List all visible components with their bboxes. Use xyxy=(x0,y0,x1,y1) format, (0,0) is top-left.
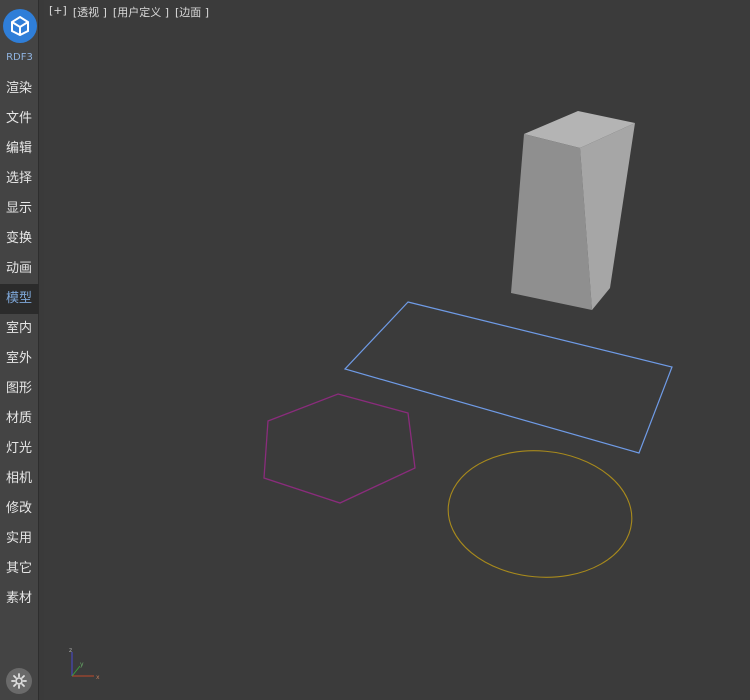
sidebar-item-14[interactable]: 修改 xyxy=(0,494,39,524)
sidebar-item-9[interactable]: 室外 xyxy=(0,344,39,374)
sidebar-item-0[interactable]: 渲染 xyxy=(0,74,39,104)
sidebar-item-17[interactable]: 素材 xyxy=(0,584,39,614)
viewport-label-2[interactable]: [用户定义 ] xyxy=(113,4,169,20)
axis-gizmo-icon: z x y xyxy=(69,647,100,681)
viewport-label-1[interactable]: [透视 ] xyxy=(73,4,107,20)
brand-name: RDF3 xyxy=(6,52,33,63)
sidebar-item-7[interactable]: 模型 xyxy=(0,284,39,314)
sidebar-item-13[interactable]: 相机 xyxy=(0,464,39,494)
app-window: RDF3 渲染 文件 编辑 选择 显示 变换 动画 模型 室内 室外 图形 材质 灯光 相机 修改 实用 其它素… xyxy=(0,0,750,700)
hexagon-shape[interactable] xyxy=(263,393,416,504)
box-mesh[interactable] xyxy=(511,111,635,310)
settings-gear-icon[interactable] xyxy=(6,668,32,694)
viewport-labels: [+] [透视 ] [用户定义 ] [边面 ] xyxy=(49,4,209,20)
sidebar-item-2[interactable]: 编辑 xyxy=(0,134,39,164)
axis-z-label: z xyxy=(69,647,72,654)
sidebar-item-1[interactable]: 文件 xyxy=(0,104,39,134)
rectangle-shape[interactable] xyxy=(343,301,673,454)
sidebar-item-5[interactable]: 变换 xyxy=(0,224,39,254)
circle-shape[interactable] xyxy=(443,443,637,585)
sidebar: RDF3 渲染 文件 编辑 选择 显示 变换 动画 模型 室内 室外 图形 材质 灯光 相机 修改 实用 其它素… xyxy=(0,0,39,700)
axis-y-label: y xyxy=(80,661,84,668)
sidebar-item-16[interactable]: 其它 xyxy=(0,554,39,584)
3d-viewport[interactable]: [+] [透视 ] [用户定义 ] [边面 ] z x y xyxy=(44,0,750,700)
sidebar-item-4[interactable]: 显示 xyxy=(0,194,39,224)
sidebar-item-11[interactable]: 材质 xyxy=(0,404,39,434)
sidebar-item-6[interactable]: 动画 xyxy=(0,254,39,284)
axis-x-label: x xyxy=(96,674,100,681)
viewport-label-0[interactable]: [+] xyxy=(49,4,67,20)
scene-canvas[interactable] xyxy=(44,0,750,700)
sidebar-item-12[interactable]: 灯光 xyxy=(0,434,39,464)
sidebar-item-3[interactable]: 选择 xyxy=(0,164,39,194)
viewport-label-3[interactable]: [边面 ] xyxy=(175,4,209,20)
sidebar-item-8[interactable]: 室内 xyxy=(0,314,39,344)
sidebar-item-10[interactable]: 图形 xyxy=(0,374,39,404)
sidebar-item-15[interactable]: 实用 xyxy=(0,524,39,554)
sidebar-menu: 渲染 文件 编辑 选择 显示 变换 动画 模型 室内 室外 图形 材质 灯光 相机 修改 实用 其它 素材 xyxy=(0,74,39,614)
logo-icon[interactable] xyxy=(3,9,37,43)
